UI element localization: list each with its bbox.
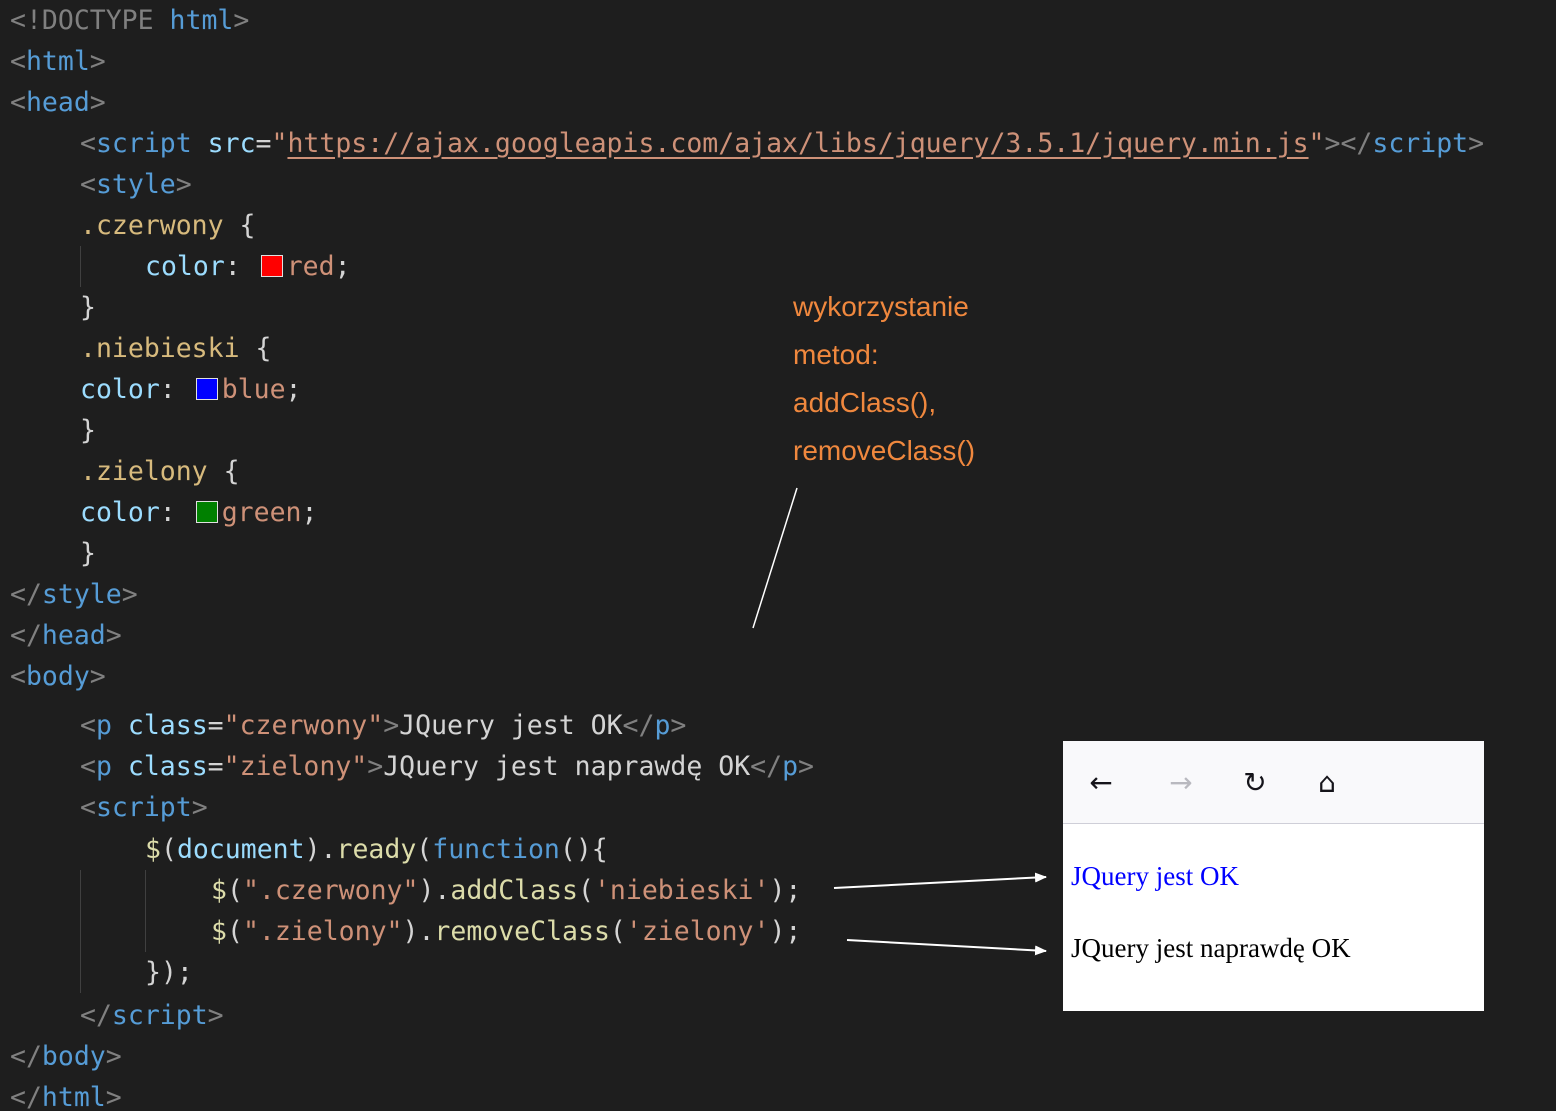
preview-paragraph-default: JQuery jest naprawdę OK bbox=[1071, 933, 1351, 963]
reload-icon[interactable]: ↻ bbox=[1239, 767, 1271, 799]
browser-toolbar: ← → ↻ ⌂ bbox=[1063, 741, 1484, 824]
browser-preview: ← → ↻ ⌂ JQuery jest OK JQuery jest napra… bbox=[1063, 741, 1484, 1011]
preview-paragraph-blue: JQuery jest OK bbox=[1071, 861, 1239, 891]
back-arrow-icon[interactable]: ← bbox=[1085, 767, 1117, 799]
annotation-pointer-line bbox=[752, 487, 798, 629]
forward-arrow-icon[interactable]: → bbox=[1165, 767, 1197, 799]
home-icon[interactable]: ⌂ bbox=[1311, 767, 1343, 799]
arrow-addclass bbox=[833, 872, 1047, 889]
arrow-removeclass bbox=[846, 939, 1047, 956]
